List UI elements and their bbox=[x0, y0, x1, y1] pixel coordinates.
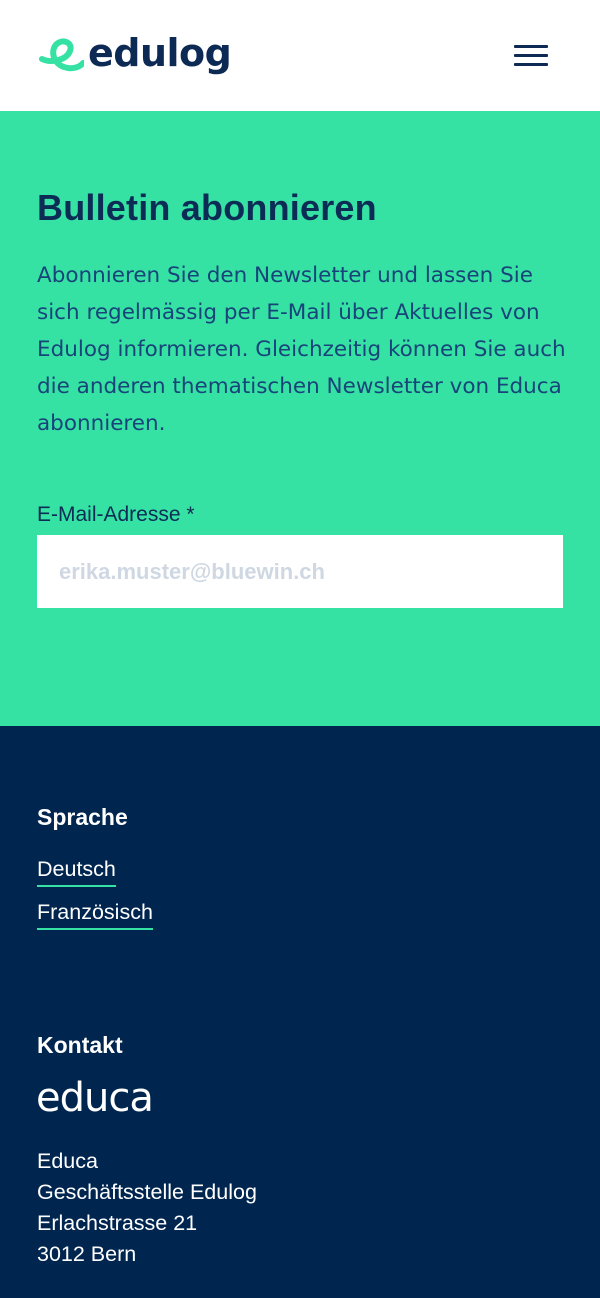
hamburger-menu-button[interactable] bbox=[510, 40, 552, 72]
educa-logo: educa bbox=[36, 1075, 154, 1121]
newsletter-description: Abonnieren Sie den Newsletter und lassen… bbox=[37, 263, 566, 436]
address-line: 3012 Bern bbox=[37, 1242, 137, 1266]
language-link-deutsch[interactable]: Deutsch bbox=[37, 857, 116, 887]
email-input[interactable] bbox=[37, 535, 563, 608]
logo-wordmark: edulog bbox=[88, 31, 232, 75]
address-line: Erlachstrasse 21 bbox=[37, 1211, 198, 1235]
edulog-logo[interactable]: edulog bbox=[36, 31, 232, 78]
email-label: E-Mail-Adresse * bbox=[37, 503, 195, 526]
address-line: Educa bbox=[37, 1149, 98, 1173]
language-heading: Sprache bbox=[37, 804, 128, 830]
address-line: Geschäftsstelle Edulog bbox=[37, 1180, 257, 1204]
hamburger-icon-line bbox=[514, 63, 548, 66]
contact-address: Educa Geschäftsstelle Edulog Erlachstras… bbox=[37, 1146, 257, 1270]
contact-heading: Kontakt bbox=[37, 1032, 123, 1058]
language-link-franzoesisch[interactable]: Französisch bbox=[37, 900, 153, 930]
hamburger-icon-line bbox=[514, 45, 548, 48]
newsletter-section: Bulletin abonnieren Abonnieren Sie den N… bbox=[0, 111, 600, 726]
site-header: edulog bbox=[0, 0, 600, 111]
site-footer: Sprache Deutsch Französisch Kontakt educ… bbox=[0, 726, 600, 1298]
newsletter-title: Bulletin abonnieren bbox=[37, 187, 377, 228]
hamburger-icon-line bbox=[514, 54, 548, 57]
edulog-logo-icon bbox=[39, 38, 84, 72]
